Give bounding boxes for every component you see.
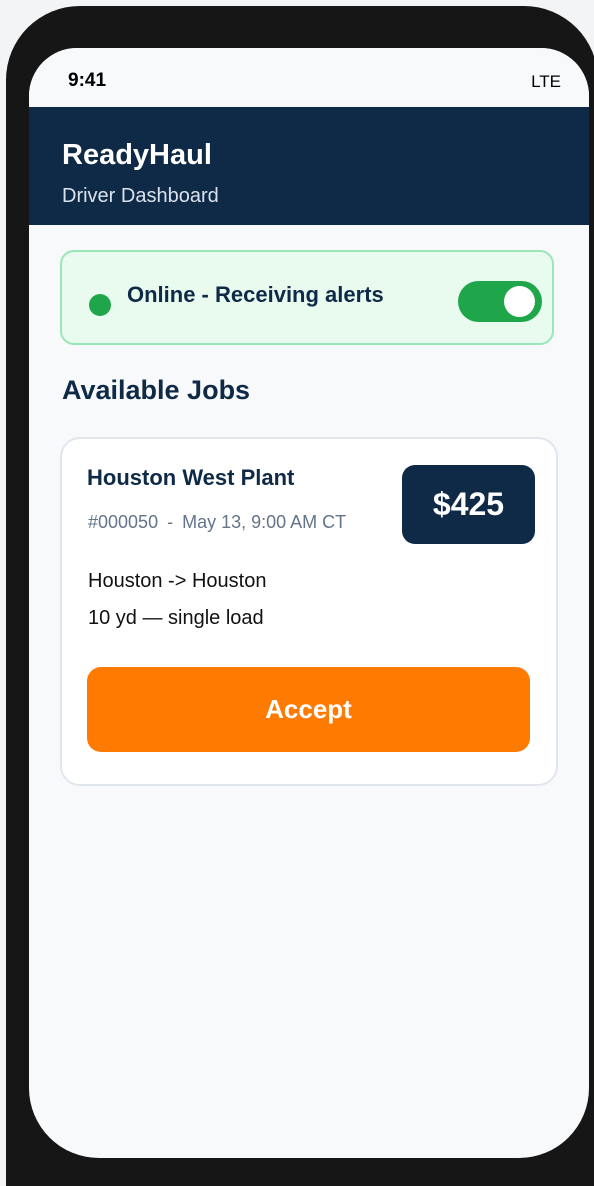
available-jobs-heading: Available Jobs [62, 375, 251, 405]
accept-button-label: Accept [265, 694, 352, 724]
job-id: #000050 [88, 512, 159, 532]
job-meta-separator: - [167, 512, 174, 532]
online-status-icon [89, 294, 111, 316]
job-meta: #000050- May 13, 9:00 AM CT [88, 511, 383, 533]
availability-label: Online - Receiving alerts [127, 282, 384, 307]
toggle-knob [504, 286, 535, 317]
job-title: Houston West Plant [87, 465, 295, 490]
availability-card: Online - Receiving alerts [60, 250, 554, 345]
job-route: Houston -> Houston [88, 570, 267, 592]
phone-frame: 9:41 LTE ReadyHaul Driver Dashboard Onli… [6, 6, 594, 1186]
status-bar: 9:41 LTE [29, 48, 589, 108]
job-price: $425 [432, 486, 505, 522]
job-card: Houston West Plant #000050- May 13, 9:00 … [60, 437, 558, 786]
app-header: ReadyHaul Driver Dashboard [29, 107, 589, 225]
app-subtitle: Driver Dashboard [62, 185, 219, 207]
availability-toggle[interactable] [458, 281, 542, 322]
accept-job-button[interactable]: Accept [87, 667, 530, 752]
phone-screen: 9:41 LTE ReadyHaul Driver Dashboard Onli… [29, 48, 589, 1158]
job-schedule: May 13, 9:00 AM CT [182, 512, 347, 532]
job-load: 10 yd — single load [88, 607, 264, 629]
price-badge: $425 [402, 465, 535, 544]
status-time: 9:41 [68, 70, 107, 91]
app-title: ReadyHaul [62, 139, 212, 171]
network-indicator: LTE [531, 72, 561, 91]
